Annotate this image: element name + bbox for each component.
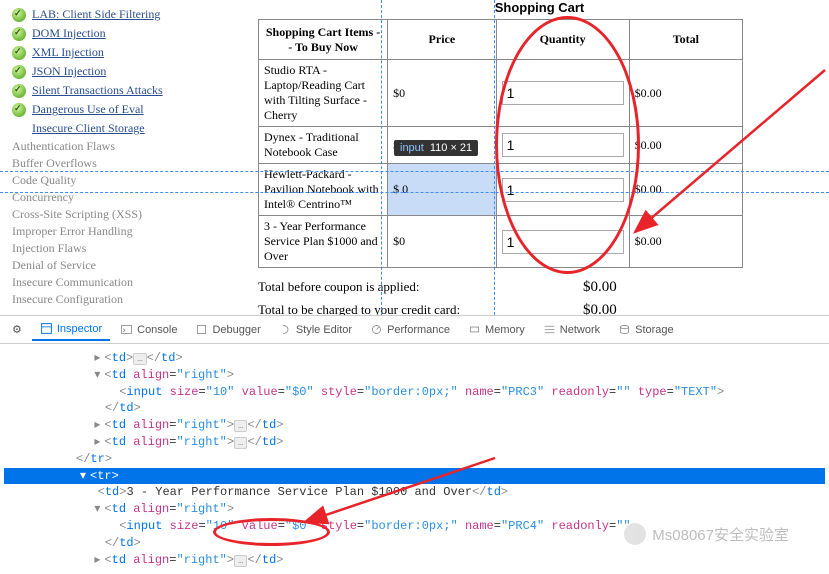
sidebar: LAB: Client Side Filtering DOM Injection…	[0, 0, 200, 313]
sidebar-item-label[interactable]: DOM Injection	[32, 26, 106, 41]
inspector-icon	[40, 322, 53, 335]
sidebar-item-label[interactable]: JSON Injection	[32, 64, 106, 79]
total-before-value: $0.00	[583, 279, 743, 296]
highlight-guide	[0, 192, 829, 193]
debugger-icon	[195, 323, 208, 336]
memory-icon	[468, 323, 481, 336]
inspector-tooltip: input 110 × 21	[394, 140, 478, 156]
col-item: Shopping Cart Items -- To Buy Now	[259, 20, 388, 60]
perf-icon	[370, 323, 383, 336]
sidebar-item-json-injection[interactable]: JSON Injection	[12, 62, 192, 81]
item-desc: Studio RTA - Laptop/Reading Cart with Ti…	[259, 60, 388, 127]
item-total: $0.00	[629, 127, 742, 164]
sidebar-category[interactable]: Cross-Site Scripting (XSS)	[12, 206, 192, 223]
total-before-label: Total before coupon is applied:	[258, 279, 583, 296]
col-price: Price	[388, 20, 496, 60]
sidebar-item-xml-injection[interactable]: XML Injection	[12, 43, 192, 62]
cart-table: Shopping Cart Items -- To Buy Now Price …	[258, 19, 743, 268]
check-icon	[12, 84, 26, 98]
tab-debugger[interactable]: Debugger	[187, 319, 268, 340]
sidebar-category[interactable]: Denial of Service	[12, 257, 192, 274]
qty-input[interactable]	[502, 178, 624, 202]
check-icon	[12, 8, 26, 22]
sidebar-category[interactable]: Improper Error Handling	[12, 223, 192, 240]
tab-console[interactable]: Console	[112, 319, 185, 340]
qty-input[interactable]	[502, 230, 624, 254]
sidebar-item-label[interactable]: Dangerous Use of Eval	[32, 102, 144, 117]
sidebar-item-insecure-client-storage[interactable]: Insecure Client Storage	[12, 119, 192, 138]
network-icon	[543, 323, 556, 336]
sidebar-item-dangerous-eval[interactable]: Dangerous Use of Eval	[12, 100, 192, 119]
qty-input[interactable]	[502, 133, 624, 157]
total-charged-label: Total to be charged to your credit card:	[258, 302, 583, 315]
tooltip-tag: input	[400, 142, 424, 154]
tab-inspector[interactable]: Inspector	[32, 318, 110, 341]
item-desc: Dynex - Traditional Notebook Case	[259, 127, 388, 164]
sidebar-item-silent-transactions[interactable]: Silent Transactions Attacks	[12, 81, 192, 100]
col-qty: Quantity	[496, 20, 629, 60]
item-price: $0	[388, 60, 496, 127]
sidebar-category[interactable]: Code Quality	[12, 172, 192, 189]
sidebar-category[interactable]: Insecure Communication	[12, 274, 192, 291]
totals-block: Total before coupon is applied: $0.00 To…	[258, 276, 743, 315]
sidebar-category[interactable]: Authentication Flaws	[12, 138, 192, 155]
sidebar-category[interactable]: Insecure Configuration	[12, 291, 192, 308]
sidebar-item-dom-injection[interactable]: DOM Injection	[12, 24, 192, 43]
check-icon	[12, 27, 26, 41]
check-icon	[12, 65, 26, 79]
style-icon	[279, 323, 292, 336]
item-total: $0.00	[629, 216, 742, 268]
item-qty-cell	[496, 127, 629, 164]
sidebar-item-client-filtering[interactable]: LAB: Client Side Filtering	[12, 5, 192, 24]
item-total: $0.00	[629, 60, 742, 127]
highlight-guide	[494, 0, 495, 315]
tab-network[interactable]: Network	[535, 319, 608, 340]
highlight-guide	[381, 0, 382, 315]
table-row: 3 - Year Performance Service Plan $1000 …	[259, 216, 743, 268]
sidebar-item-label[interactable]: XML Injection	[32, 45, 104, 60]
cart-title: Shopping Cart	[258, 0, 821, 19]
highlight-guide	[0, 171, 829, 172]
tab-storage[interactable]: Storage	[610, 319, 682, 340]
sidebar-category[interactable]: Injection Flaws	[12, 240, 192, 257]
tab-performance[interactable]: Performance	[362, 319, 458, 340]
item-qty-cell	[496, 60, 629, 127]
item-qty-cell	[496, 216, 629, 268]
console-icon	[120, 323, 133, 336]
sidebar-item-label[interactable]: Silent Transactions Attacks	[32, 83, 163, 98]
table-row: Dynex - Traditional Notebook Case $0 $0.…	[259, 127, 743, 164]
devtools-tabs: ⚙ Inspector Console Debugger Style Edito…	[0, 316, 829, 344]
check-icon	[12, 103, 26, 117]
storage-icon	[618, 323, 631, 336]
total-charged-value: $0.00	[583, 302, 743, 315]
item-price: $0	[388, 216, 496, 268]
tab-style-editor[interactable]: Style Editor	[271, 319, 360, 340]
watermark: Ms08067安全实验室	[624, 523, 789, 545]
tab-memory[interactable]: Memory	[460, 319, 533, 340]
sidebar-item-label[interactable]: Insecure Client Storage	[32, 121, 145, 136]
sidebar-item-label[interactable]: LAB: Client Side Filtering	[32, 7, 160, 22]
qty-input[interactable]	[502, 81, 624, 105]
table-row: Studio RTA - Laptop/Reading Cart with Ti…	[259, 60, 743, 127]
tooltip-dims: 110 × 21	[430, 142, 472, 154]
check-icon	[12, 46, 26, 60]
col-total: Total	[629, 20, 742, 60]
watermark-logo-icon	[624, 523, 646, 545]
main-content: Shopping Cart Shopping Cart Items -- To …	[258, 0, 829, 315]
item-desc: 3 - Year Performance Service Plan $1000 …	[259, 216, 388, 268]
devtools-settings-icon[interactable]: ⚙	[4, 319, 30, 340]
sidebar-category[interactable]: Buffer Overflows	[12, 155, 192, 172]
